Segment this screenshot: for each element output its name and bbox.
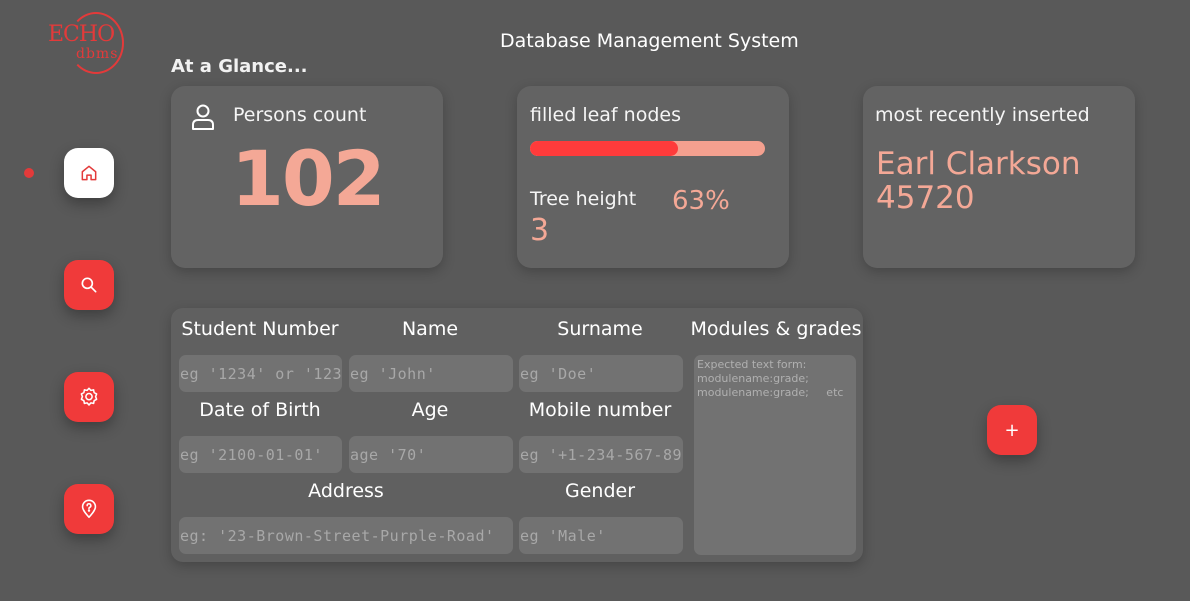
name-label: Name bbox=[401, 318, 459, 340]
persons-count-label: Persons count bbox=[233, 104, 367, 126]
dob-label: Date of Birth bbox=[199, 399, 321, 421]
section-title: At a Glance... bbox=[171, 56, 308, 77]
student-number-label: Student Number bbox=[181, 318, 339, 340]
leaf-nodes-label: filled leaf nodes bbox=[530, 104, 681, 126]
age-input[interactable] bbox=[349, 436, 513, 473]
leaf-nodes-percent: 63% bbox=[672, 186, 730, 216]
address-label: Address bbox=[308, 480, 384, 502]
app-logo: ECHO dbms bbox=[48, 12, 124, 74]
nav-home-button[interactable] bbox=[64, 148, 114, 198]
help-location-icon bbox=[81, 499, 97, 519]
active-nav-indicator bbox=[24, 168, 34, 178]
logo-text-top: ECHO bbox=[48, 22, 115, 47]
gender-label: Gender bbox=[564, 480, 636, 502]
nav-search-button[interactable] bbox=[64, 260, 114, 310]
dob-input[interactable] bbox=[179, 436, 342, 473]
plus-icon: + bbox=[1004, 419, 1020, 441]
recent-insert-number: 45720 bbox=[876, 180, 975, 216]
gender-input[interactable] bbox=[519, 517, 683, 554]
tree-height-value: 3 bbox=[530, 213, 550, 248]
recent-insert-name: Earl Clarkson bbox=[876, 146, 1081, 182]
surname-label: Surname bbox=[557, 318, 643, 340]
leaf-nodes-progress-fill bbox=[530, 141, 679, 156]
logo-text-bottom: dbms bbox=[76, 46, 119, 62]
leaf-nodes-card: filled leaf nodes Tree height 63% 3 bbox=[517, 86, 789, 268]
persons-count-value: 102 bbox=[231, 134, 386, 223]
name-input[interactable] bbox=[349, 355, 513, 392]
leaf-nodes-progress-bar bbox=[530, 141, 765, 156]
student-number-input[interactable] bbox=[179, 355, 342, 392]
app-title: Database Management System bbox=[500, 30, 799, 52]
nav-settings-button[interactable] bbox=[64, 372, 114, 422]
surname-input[interactable] bbox=[519, 355, 683, 392]
nav-help-button[interactable] bbox=[64, 484, 114, 534]
tree-height-label: Tree height bbox=[530, 188, 637, 210]
modules-label: Modules & grades bbox=[690, 318, 862, 340]
recent-insert-label: most recently inserted bbox=[875, 104, 1090, 126]
persons-count-card: Persons count 102 bbox=[171, 86, 443, 268]
modules-grades-textarea[interactable] bbox=[694, 355, 856, 555]
address-input[interactable] bbox=[179, 517, 513, 554]
add-person-form: Student Number Name Surname Modules & gr… bbox=[171, 308, 863, 562]
recent-insert-card: most recently inserted Earl Clarkson 457… bbox=[863, 86, 1135, 268]
add-record-button[interactable]: + bbox=[987, 405, 1037, 455]
gear-icon bbox=[80, 387, 98, 406]
mobile-label: Mobile number bbox=[528, 399, 672, 421]
age-label: Age bbox=[411, 399, 449, 421]
search-icon bbox=[81, 277, 97, 293]
home-icon bbox=[81, 165, 97, 181]
person-icon bbox=[192, 104, 214, 130]
mobile-input[interactable] bbox=[519, 436, 683, 473]
